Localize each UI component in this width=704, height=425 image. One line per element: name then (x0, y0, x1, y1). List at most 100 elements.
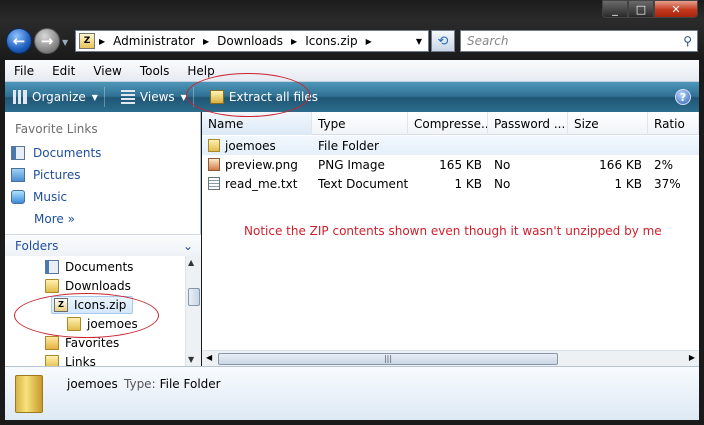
column-size[interactable]: Size (568, 112, 648, 135)
scroll-thumb[interactable]: ||| (218, 353, 558, 365)
menu-help[interactable]: Help (178, 64, 223, 78)
chevron-right-icon[interactable]: ▶ (203, 37, 209, 46)
search-icon[interactable]: ⚲ (683, 34, 692, 48)
file-password-cell: No (494, 157, 511, 172)
forward-button[interactable]: → (34, 28, 60, 54)
folder-icon (45, 355, 59, 366)
chevron-down-icon[interactable]: ⌄ (183, 239, 193, 253)
views-button[interactable]: Views ▼ (113, 82, 202, 112)
folder-icon (45, 279, 59, 293)
help-icon[interactable]: ? (675, 89, 691, 105)
file-name: joemoes (225, 138, 276, 153)
tree-item-joemoes[interactable]: joemoes (67, 315, 138, 333)
more-link[interactable]: More » (34, 212, 75, 226)
menu-bar: File Edit View Tools Help (5, 60, 699, 82)
file-password-cell: No (494, 176, 511, 191)
chevron-right-icon[interactable]: ▶ (291, 37, 297, 46)
arrow-right-icon: → (40, 32, 54, 50)
tree-item-label: Icons.zip (74, 298, 127, 312)
folder-icon (15, 375, 43, 413)
menu-file[interactable]: File (5, 64, 43, 78)
address-bar[interactable]: Z ▶ Administrator ▶ Downloads ▶ Icons.zi… (75, 30, 429, 52)
file-list: Name Type Compresse... Password ... Size… (202, 112, 699, 366)
organize-button[interactable]: Organize ▼ (5, 82, 113, 112)
tree-item-downloads[interactable]: Downloads (45, 277, 131, 295)
file-name-cell: read_me.txt (202, 176, 312, 191)
favorite-label: Pictures (33, 168, 81, 182)
favorite-pictures[interactable]: Pictures (11, 168, 81, 182)
column-password[interactable]: Password ... (488, 112, 568, 135)
favorite-label: Music (33, 190, 68, 204)
file-name: read_me.txt (225, 176, 298, 191)
image-file-icon (208, 157, 220, 171)
column-compressed[interactable]: Compresse... (408, 112, 488, 135)
tree-item-label: Links (65, 355, 96, 366)
scroll-thumb[interactable] (188, 288, 200, 306)
menu-edit[interactable]: Edit (43, 64, 84, 78)
file-name-cell: preview.png (202, 157, 312, 172)
dropdown-arrow-icon: ▼ (180, 92, 187, 102)
address-dropdown-icon[interactable]: ▼ (416, 37, 422, 46)
tree-item-documents[interactable]: Documents (45, 258, 133, 276)
back-button[interactable]: ← (6, 28, 32, 54)
extract-label: Extract all files (228, 90, 318, 104)
column-ratio[interactable]: Ratio (648, 112, 699, 135)
file-compressed-cell: 1 KB (454, 176, 482, 191)
recent-pages-dropdown[interactable]: ▼ (62, 38, 68, 47)
favorite-music[interactable]: Music (11, 190, 67, 204)
table-row[interactable]: preview.png PNG Image 165 KB No 166 KB 2… (202, 155, 699, 174)
tree-item-links[interactable]: Links (45, 353, 96, 366)
maximize-button[interactable]: □ (628, 0, 654, 18)
scroll-down-icon[interactable]: ▼ (188, 355, 194, 364)
minimize-button[interactable]: _ (602, 0, 628, 18)
column-type[interactable]: Type (312, 112, 408, 135)
file-size-cell: 1 KB (614, 176, 642, 191)
folders-header[interactable]: Folders ⌄ (5, 234, 201, 256)
scroll-left-icon[interactable]: ◀ (206, 353, 212, 362)
window-controls: _ □ ✕ (602, 0, 698, 18)
horizontal-scrollbar[interactable]: ◀ ||| ▶ (202, 350, 699, 366)
menu-tools[interactable]: Tools (131, 64, 179, 78)
tree-item-label: Documents (65, 260, 134, 274)
file-compressed-cell: 165 KB (439, 157, 482, 172)
breadcrumb-downloads[interactable]: Downloads (217, 34, 283, 48)
chevron-right-icon[interactable]: ▶ (99, 37, 105, 46)
search-input[interactable]: Search ⚲ (460, 30, 698, 52)
favorite-documents[interactable]: Documents (11, 146, 101, 160)
column-name[interactable]: Name (202, 112, 312, 135)
table-row[interactable]: joemoes File Folder (202, 136, 699, 155)
tree-item-label: joemoes (87, 317, 138, 331)
scroll-right-icon[interactable]: ▶ (689, 353, 695, 362)
file-ratio-cell: 37% (654, 176, 681, 191)
refresh-button[interactable]: ⟲ (431, 30, 455, 52)
tree-scrollbar[interactable]: ▲ ▼ (185, 256, 201, 366)
annotation-note: Notice the ZIP contents shown even thoug… (244, 224, 662, 238)
table-row[interactable]: read_me.txt Text Document 1 KB No 1 KB 3… (202, 174, 699, 193)
views-label: Views (139, 90, 175, 104)
tree-item-icons-zip[interactable]: Z Icons.zip (51, 296, 134, 314)
tree-item-label: Downloads (65, 279, 131, 293)
explorer-window: _ □ ✕ ← → ▼ Z ▶ Administrator ▶ Download… (0, 0, 704, 425)
file-size-cell: 166 KB (599, 157, 642, 172)
details-type: Type: File Folder (124, 377, 221, 391)
separator (103, 87, 105, 107)
file-type-cell: Text Document (318, 176, 408, 191)
tree-item-favorites[interactable]: Favorites (45, 334, 119, 352)
dropdown-arrow-icon: ▼ (91, 92, 98, 102)
views-icon (120, 90, 135, 104)
favorite-label: Documents (33, 146, 102, 160)
music-icon (11, 190, 25, 204)
breadcrumb-administrator[interactable]: Administrator (113, 34, 195, 48)
chevron-right-icon[interactable]: ▶ (366, 37, 372, 46)
refresh-icon: ⟲ (437, 33, 449, 49)
search-placeholder: Search (467, 34, 509, 48)
menu-view[interactable]: View (84, 64, 130, 78)
command-bar: Organize ▼ Views ▼ Extract all files ? (5, 82, 699, 112)
breadcrumb-icons-zip[interactable]: Icons.zip (305, 34, 357, 48)
scroll-up-icon[interactable]: ▲ (188, 258, 194, 267)
details-pane: joemoes Type: File Folder (5, 366, 699, 420)
details-type-value: File Folder (159, 377, 221, 391)
extract-all-files-button[interactable]: Extract all files (202, 82, 326, 112)
navigation-pane: Favorite Links Documents Pictures Music … (5, 112, 201, 366)
close-button[interactable]: ✕ (654, 0, 698, 18)
